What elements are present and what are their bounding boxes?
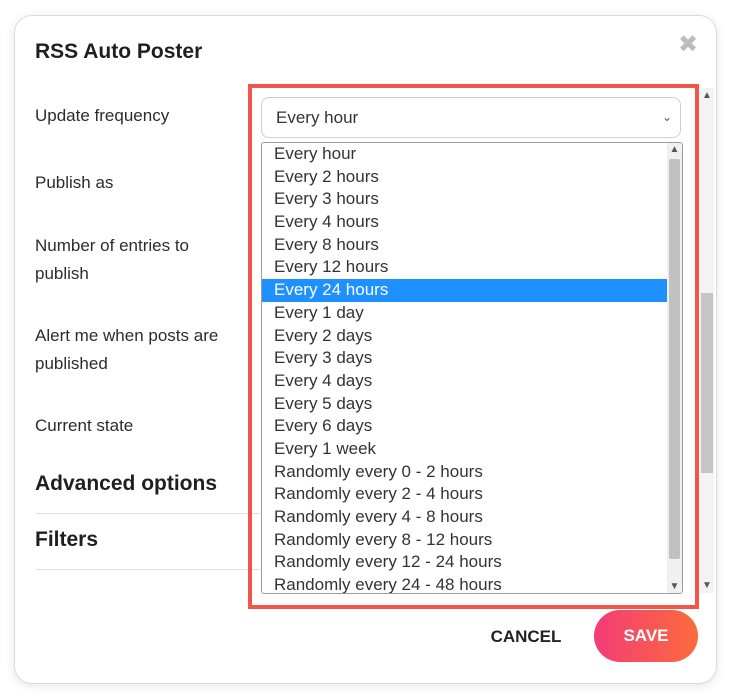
scrollbar-thumb[interactable]	[701, 293, 713, 473]
dialog-title: RSS Auto Poster	[35, 40, 203, 63]
current-state-label: Current state	[35, 416, 134, 435]
publish-as-label: Publish as	[35, 173, 114, 192]
scroll-up-icon[interactable]: ▲	[700, 90, 714, 101]
cancel-button[interactable]: CANCEL	[471, 619, 581, 653]
alert-me-label: Alert me when posts are published	[35, 326, 219, 373]
scroll-down-icon[interactable]: ▼	[700, 580, 714, 591]
save-button[interactable]: SAVE	[594, 610, 698, 662]
content-scrollbar[interactable]: ▲ ▼	[700, 88, 714, 593]
close-icon[interactable]: ✖	[677, 33, 699, 57]
rss-auto-poster-dialog: RSS Auto Poster ✖ Update frequency Publi…	[14, 15, 717, 684]
number-of-entries-label: Number of entries to publish	[35, 236, 190, 283]
highlight-annotation	[248, 84, 699, 609]
update-frequency-label: Update frequency	[35, 106, 170, 125]
